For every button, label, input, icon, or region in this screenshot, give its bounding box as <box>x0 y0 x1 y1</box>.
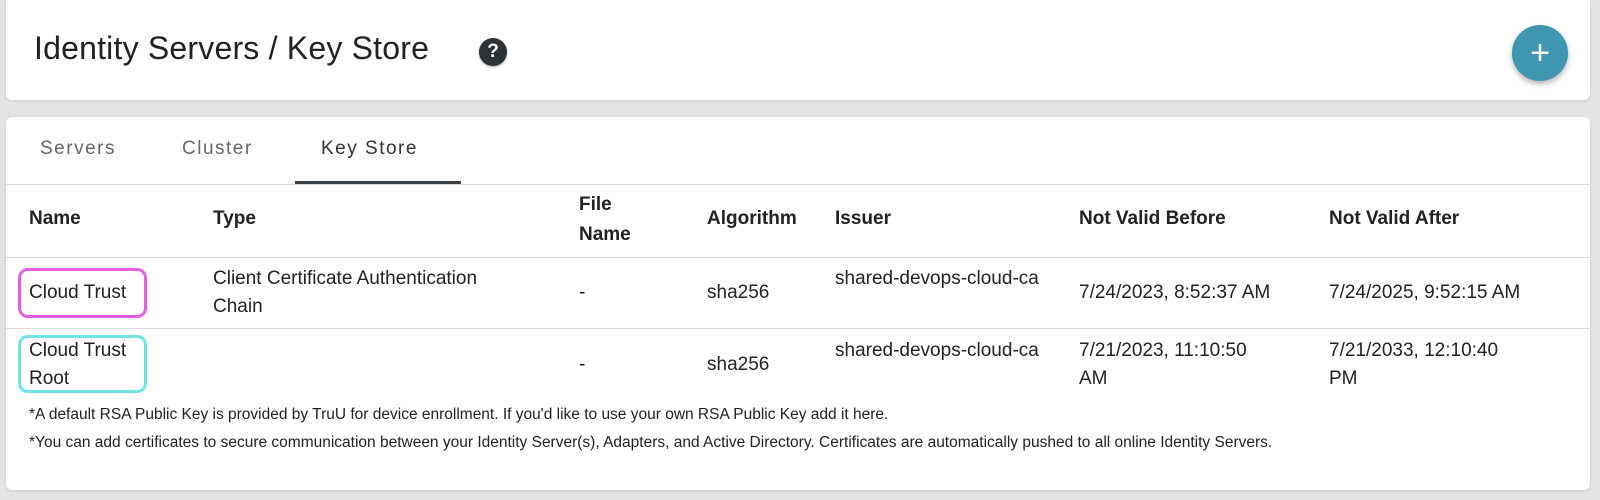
column-header-name[interactable]: Name <box>29 205 81 233</box>
cell-file-name: - <box>579 282 586 303</box>
tab-key-store[interactable]: Key Store <box>321 138 418 160</box>
page-title: Identity Servers / Key Store <box>34 30 430 66</box>
column-header-type[interactable]: Type <box>213 205 256 233</box>
tab-servers[interactable]: Servers <box>40 138 116 160</box>
column-header-file-name[interactable]: File Name <box>579 190 669 250</box>
active-tab-indicator <box>295 181 461 184</box>
footnote-certificates: *You can add certificates to secure comm… <box>29 434 1273 451</box>
cell-not-valid-after: 7/24/2025, 9:52:15 AM <box>1329 282 1521 303</box>
cell-name: Cloud Trust <box>29 282 127 303</box>
cell-name: Cloud Trust Root <box>29 340 127 389</box>
cell-issuer: shared-devops-cloud-ca <box>835 268 1039 289</box>
row-divider <box>6 328 1590 329</box>
key-store-panel: Servers Cluster Key Store Name Type File… <box>6 117 1590 490</box>
cell-algorithm: sha256 <box>707 282 770 303</box>
footnote-rsa-key: *A default RSA Public Key is provided by… <box>29 406 889 423</box>
cell-not-valid-after: 7/21/2033, 12:10:40 PM <box>1329 340 1499 389</box>
cell-type: Client Certificate Authentication Chain <box>213 268 478 317</box>
page-header: Identity Servers / Key Store ? + <box>6 0 1590 100</box>
column-header-issuer[interactable]: Issuer <box>835 205 891 233</box>
column-header-algorithm[interactable]: Algorithm <box>707 205 797 233</box>
cell-algorithm: sha256 <box>707 354 770 375</box>
tab-bar: Servers Cluster Key Store <box>6 117 1590 185</box>
cell-not-valid-before: 7/21/2023, 11:10:50 AM <box>1079 340 1247 389</box>
column-header-not-valid-after[interactable]: Not Valid After <box>1329 205 1459 233</box>
cell-file-name: - <box>579 354 586 375</box>
header-divider <box>6 257 1590 258</box>
cell-issuer: shared-devops-cloud-ca <box>835 340 1039 361</box>
tab-cluster[interactable]: Cluster <box>182 138 253 160</box>
column-header-not-valid-before[interactable]: Not Valid Before <box>1079 205 1226 233</box>
cell-not-valid-before: 7/24/2023, 8:52:37 AM <box>1079 282 1271 303</box>
question-circle-icon[interactable]: ? <box>479 38 507 66</box>
add-key-button[interactable]: + <box>1512 25 1568 81</box>
